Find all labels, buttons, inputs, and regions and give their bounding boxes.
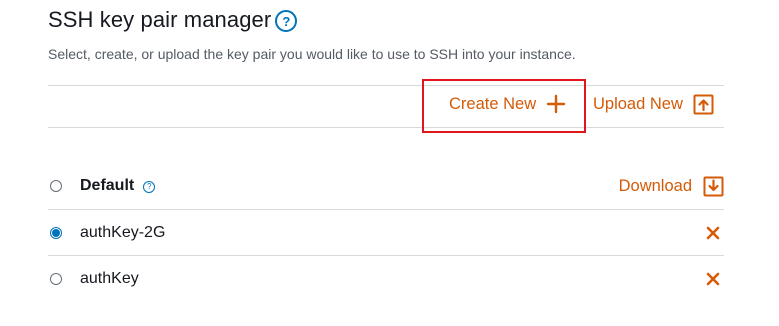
upload-icon bbox=[693, 94, 714, 115]
key-pair-name: Default bbox=[80, 177, 135, 194]
delete-x-icon[interactable] bbox=[706, 226, 720, 240]
delete-x-icon[interactable] bbox=[706, 272, 720, 286]
upload-new-label: Upload New bbox=[593, 95, 683, 113]
page-subtitle: Select, create, or upload the key pair y… bbox=[48, 46, 576, 62]
divider-top bbox=[48, 85, 724, 86]
download-button[interactable]: Download bbox=[619, 176, 724, 197]
help-icon[interactable]: ? bbox=[143, 180, 156, 193]
help-icon[interactable]: ? bbox=[275, 10, 298, 32]
download-label: Download bbox=[618, 176, 692, 195]
page-title: SSH key pair manager bbox=[48, 7, 272, 32]
radio-authkey-2g[interactable] bbox=[50, 227, 62, 239]
key-pair-row-default: Default ? Download bbox=[48, 163, 724, 209]
key-pair-name: authKey bbox=[80, 270, 139, 287]
key-pair-name: authKey-2G bbox=[80, 224, 166, 241]
upload-new-button[interactable]: Upload New bbox=[593, 94, 714, 115]
radio-authkey[interactable] bbox=[50, 273, 62, 285]
radio-dot bbox=[52, 229, 60, 237]
key-pair-row-authkey: authKey bbox=[48, 256, 724, 302]
divider-actions bbox=[48, 127, 724, 128]
radio-default[interactable] bbox=[50, 180, 62, 192]
create-new-highlight bbox=[422, 79, 586, 133]
download-icon bbox=[703, 176, 724, 196]
page-header: SSH key pair manager ? bbox=[48, 7, 298, 33]
key-pair-row-authkey-2g: authKey-2G bbox=[48, 210, 724, 256]
